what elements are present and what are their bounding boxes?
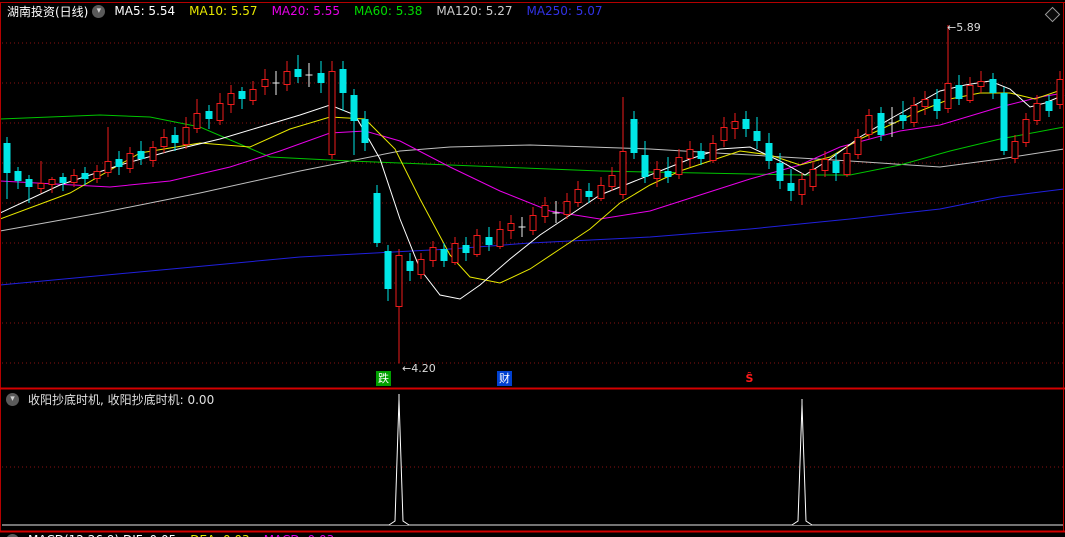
event-marker: 财 bbox=[497, 371, 512, 386]
macd-value-label: MACD: 0.03 bbox=[264, 533, 335, 537]
macd-label-row: ▾ MACD(12,26,9) DIF: 0.05 DEA: 0.03 MACD… bbox=[6, 533, 348, 537]
ma-lines bbox=[0, 80, 1065, 300]
trading-app-window: 湖南投资(日线) ▾ MA5: 5.54 MA10: 5.57 MA20: 5.… bbox=[0, 0, 1065, 537]
collapse-panel-icon[interactable]: ▾ bbox=[92, 4, 106, 18]
ma-line-ma5 bbox=[0, 80, 1065, 300]
indicator-spikes bbox=[388, 394, 813, 526]
event-marker: Ŝ bbox=[745, 372, 754, 385]
macd-dif-label: MACD(12,26,9) DIF: 0.05 bbox=[28, 533, 176, 537]
candles bbox=[3, 25, 1064, 363]
collapse-indicator-icon[interactable]: ▾ bbox=[6, 393, 19, 406]
signal-spike bbox=[791, 404, 813, 526]
high-label: ←5.89 bbox=[947, 21, 981, 34]
ma250-value-label: MA250: 5.07 bbox=[526, 4, 603, 18]
ma120-value-label: MA120: 5.27 bbox=[436, 4, 513, 18]
candlestick-chart[interactable] bbox=[0, 0, 1065, 537]
macd-dea-label: DEA: 0.03 bbox=[190, 533, 249, 537]
event-marker: 跌 bbox=[376, 371, 391, 386]
ma5-value-label: MA5: 5.54 bbox=[114, 4, 176, 18]
indicator-label: 收阳抄底时机, 收阳抄底时机: 0.00 bbox=[28, 393, 215, 407]
signal-spike bbox=[388, 398, 410, 526]
title-bar: 湖南投资(日线) ▾ MA5: 5.54 MA10: 5.57 MA20: 5.… bbox=[7, 3, 617, 19]
indicator-label-row: ▾ 收阳抄底时机, 收阳抄底时机: 0.00 bbox=[6, 391, 214, 408]
collapse-macd-icon[interactable]: ▾ bbox=[6, 533, 19, 537]
symbol-period-label: 湖南投资(日线) bbox=[7, 4, 89, 19]
ma-line-ma20 bbox=[0, 92, 1065, 220]
ma60-value-label: MA60: 5.38 bbox=[354, 4, 423, 18]
low-label: ←4.20 bbox=[402, 362, 436, 375]
ma10-value-label: MA10: 5.57 bbox=[189, 4, 258, 18]
ma20-value-label: MA20: 5.55 bbox=[271, 4, 340, 18]
